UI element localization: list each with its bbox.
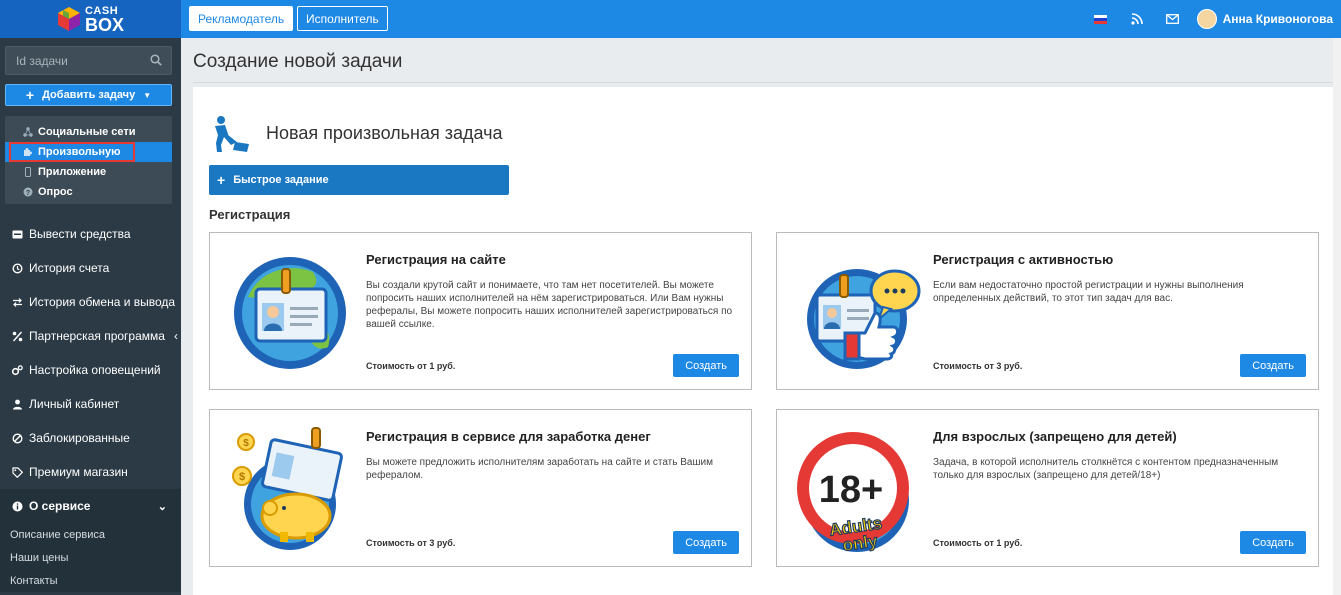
submenu-item-app[interactable]: Приложение — [5, 162, 172, 182]
puzzle-icon — [24, 148, 32, 156]
thumbs-up-badge-icon — [807, 269, 921, 369]
main-content: Создание новой задачи Новая произвольная… — [181, 38, 1341, 595]
sidebar-item-exchange-history[interactable]: История обмена и вывода — [0, 285, 181, 319]
chevron-left-icon: ‹ — [173, 329, 178, 343]
badge-number: 18+ — [819, 469, 883, 511]
globe-badge-icon — [234, 257, 346, 369]
question-icon: ? — [23, 187, 33, 197]
history-icon — [12, 262, 23, 274]
card-title: Регистрация в сервисе для заработка дене… — [366, 429, 651, 444]
sidebar-item-withdraw[interactable]: Вывести средства — [0, 217, 181, 251]
sidebar-item-account-history[interactable]: История счета — [0, 251, 181, 285]
sidebar-item-notifications[interactable]: Настройка оповещений — [0, 353, 181, 387]
svg-text:$: $ — [243, 438, 249, 449]
page-title: Создание новой задачи — [193, 51, 403, 72]
about-link-contacts[interactable]: Контакты — [0, 569, 181, 592]
user-menu[interactable]: Анна Кривоногова — [1191, 9, 1341, 29]
sidebar-item-about[interactable]: О сервисе ⌄ — [0, 489, 181, 523]
sidebar-item-cabinet[interactable]: Личный кабинет — [0, 387, 181, 421]
create-button[interactable]: Создать — [673, 354, 739, 377]
svg-text:?: ? — [26, 190, 30, 197]
card-title: Регистрация на сайте — [366, 252, 506, 267]
share-icon — [23, 127, 33, 137]
mail-icon[interactable] — [1155, 0, 1191, 38]
submenu-item-custom[interactable]: Произвольную — [5, 142, 172, 162]
sidebar-item-partner[interactable]: Партнерская программа ‹ — [0, 319, 181, 353]
rss-icon[interactable] — [1119, 0, 1155, 38]
advertiser-button[interactable]: Рекламодатель — [189, 6, 294, 31]
card-title: Для взрослых (запрещено для детей) — [933, 429, 1177, 444]
card-price: Стоимость от 3 руб. — [366, 538, 456, 548]
sidebar: + Добавить задачу ▼ Социальные сети Прои… — [0, 38, 181, 595]
task-card-earning-service: $ $ Регистрация в сервисе для заработка … — [209, 409, 752, 567]
task-card-site-registration: Регистрация на сайте Вы создали крутой с… — [209, 232, 752, 390]
logo-cube-icon — [57, 7, 80, 31]
submenu-item-poll[interactable]: ? Опрос — [5, 182, 172, 202]
card-description: Вы можете предложить исполнителям зарабо… — [366, 457, 713, 481]
sidebar-item-premium-shop[interactable]: Премиум магазин — [0, 455, 181, 489]
caret-down-icon: ▼ — [143, 90, 152, 100]
card-description: Задача, в которой исполнитель столкнётся… — [933, 457, 1279, 481]
plus-icon: + — [25, 87, 35, 103]
tag-icon — [12, 466, 23, 478]
card-price: Стоимость от 1 руб. — [933, 538, 1023, 548]
logo-text: CASH BOX — [84, 5, 124, 35]
task-id-search — [5, 46, 172, 75]
top-bar: CASH BOX Рекламодатель Исполнитель Анна … — [0, 0, 1341, 38]
chevron-down-icon: ⌄ — [157, 500, 167, 513]
sidebar-item-blocked[interactable]: Заблокированные — [0, 421, 181, 455]
user-name: Анна Кривоногова — [1222, 12, 1333, 26]
wallet-icon — [12, 230, 23, 238]
card-description: Если вам недостаточно простой регистраци… — [933, 280, 1244, 304]
svg-text:$: $ — [239, 471, 245, 483]
create-button[interactable]: Создать — [1240, 354, 1306, 377]
info-icon — [12, 501, 23, 511]
search-input[interactable] — [6, 47, 146, 74]
user-icon — [13, 399, 22, 409]
task-type-title: Новая произвольная задача — [266, 123, 503, 143]
cogs-icon — [12, 364, 23, 375]
search-icon[interactable] — [150, 54, 162, 66]
title-divider — [193, 82, 1340, 83]
ban-icon — [12, 432, 23, 444]
card-description: Вы создали крутой сайт и понимаете, что … — [366, 280, 733, 330]
sidebar-menu: Вывести средства История счета История о… — [0, 217, 181, 592]
section-registration-label: Регистрация — [209, 207, 291, 222]
percent-icon — [12, 331, 23, 341]
language-flag-icon[interactable] — [1083, 0, 1119, 38]
about-link-prices[interactable]: Наши цены — [0, 546, 181, 569]
exchange-icon — [13, 297, 22, 307]
add-task-label: Добавить задачу — [42, 89, 136, 101]
card-price: Стоимость от 1 руб. — [366, 361, 456, 371]
about-link-description[interactable]: Описание сервиса — [0, 523, 181, 546]
page-scrollbar[interactable] — [1333, 38, 1341, 595]
card-title: Регистрация с активностью — [933, 252, 1114, 267]
card-price: Стоимость от 3 руб. — [933, 361, 1023, 371]
create-button[interactable]: Создать — [673, 531, 739, 554]
create-button[interactable]: Создать — [1240, 531, 1306, 554]
task-card-registration-activity: Регистрация с активностью Если вам недос… — [776, 232, 1319, 390]
logo[interactable]: CASH BOX — [0, 0, 181, 38]
plus-icon: + — [217, 172, 226, 188]
task-card-adults-only: 18+ Adults only Для взрослых (запрещено … — [776, 409, 1319, 567]
submenu-item-social[interactable]: Социальные сети — [5, 122, 172, 142]
executor-button[interactable]: Исполнитель — [297, 6, 388, 31]
worker-shovel-icon — [215, 116, 249, 152]
quick-task-label: Быстрое задание — [233, 174, 329, 186]
adults-only-icon: 18+ Adults only — [797, 432, 909, 554]
add-task-submenu: Социальные сети Произвольную Приложение … — [5, 116, 172, 204]
avatar — [1196, 9, 1217, 29]
top-icons: Анна Кривоногова — [1083, 0, 1341, 38]
add-task-button[interactable]: + Добавить задачу ▼ — [5, 84, 172, 106]
piggy-bank-icon: $ $ — [232, 427, 343, 550]
quick-task-button[interactable]: + Быстрое задание — [209, 165, 509, 195]
about-submenu: Описание сервиса Наши цены Контакты — [0, 523, 181, 592]
mobile-icon — [25, 167, 31, 177]
svg-text:only: only — [841, 531, 879, 554]
